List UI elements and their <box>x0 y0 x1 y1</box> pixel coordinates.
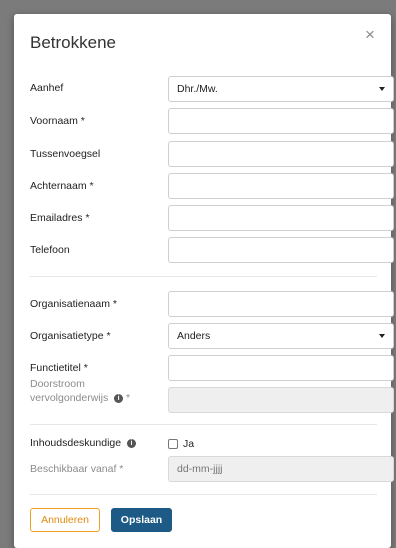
aanhef-value: Dhr./Mw. <box>177 83 218 95</box>
doorstroom-label: Doorstroom vervolgonderwijs i * <box>30 377 130 405</box>
betrokkene-dialog: Betrokkene × Aanhef Dhr./Mw. Voornaam * … <box>14 14 394 548</box>
achternaam-input[interactable] <box>168 173 394 199</box>
doorstroom-label-line2: vervolgonderwijs <box>30 392 109 404</box>
row-organisatienaam: Organisatienaam * <box>30 291 394 317</box>
info-icon[interactable]: i <box>114 394 124 403</box>
row-voornaam: Voornaam * <box>30 108 394 134</box>
beschikbaar-vanaf-input <box>168 456 394 482</box>
aanhef-label: Aanhef <box>30 82 64 94</box>
inhoudsdeskundige-label-text: Inhoudsdeskundige <box>30 437 122 449</box>
dialog-title: Betrokkene <box>30 33 116 52</box>
organisatietype-value: Anders <box>177 330 211 342</box>
caret-down-icon <box>379 334 385 338</box>
row-inhoudsdeskundige: Inhoudsdeskundige i Ja <box>30 436 378 452</box>
doorstroom-label-line1: Doorstroom <box>30 378 85 390</box>
row-aanhef: Aanhef Dhr./Mw. <box>30 76 394 102</box>
row-tussenvoegsel: Tussenvoegsel <box>30 141 394 167</box>
voornaam-label: Voornaam * <box>30 115 85 127</box>
row-doorstroom: Doorstroom vervolgonderwijs i * <box>30 376 394 413</box>
achternaam-label: Achternaam * <box>30 180 94 192</box>
caret-down-icon <box>379 87 385 91</box>
divider <box>30 494 377 495</box>
inhoudsdeskundige-label: Inhoudsdeskundige i <box>30 437 136 449</box>
organisatienaam-input[interactable] <box>168 291 394 317</box>
organisatienaam-label: Organisatienaam * <box>30 298 117 310</box>
divider <box>30 276 377 277</box>
cancel-button[interactable]: Annuleren <box>30 508 100 532</box>
emailadres-input[interactable] <box>168 205 394 231</box>
row-emailadres: Emailadres * <box>30 205 394 231</box>
telefoon-label: Telefoon <box>30 244 70 256</box>
functietitel-label: Functietitel * <box>30 362 88 374</box>
doorstroom-input <box>168 387 394 413</box>
row-organisatietype: Organisatietype * Anders <box>30 323 394 349</box>
beschikbaar-vanaf-label: Beschikbaar vanaf * <box>30 463 124 475</box>
telefoon-input[interactable] <box>168 237 394 263</box>
row-achternaam: Achternaam * <box>30 173 394 199</box>
divider <box>30 424 377 425</box>
voornaam-input[interactable] <box>168 108 394 134</box>
row-telefoon: Telefoon <box>30 237 394 263</box>
emailadres-label: Emailadres * <box>30 212 90 224</box>
aanhef-select[interactable]: Dhr./Mw. <box>168 76 394 102</box>
inhoudsdeskundige-checkbox[interactable] <box>168 439 178 449</box>
info-icon[interactable]: i <box>127 439 136 448</box>
doorstroom-required-mark: * <box>126 392 131 404</box>
save-button[interactable]: Opslaan <box>111 508 172 532</box>
inhoudsdeskundige-checkbox-label[interactable]: Ja <box>183 438 194 450</box>
tussenvoegsel-label: Tussenvoegsel <box>30 148 101 160</box>
close-icon[interactable]: × <box>363 26 377 43</box>
organisatietype-label: Organisatietype * <box>30 330 111 342</box>
organisatietype-select[interactable]: Anders <box>168 323 394 349</box>
row-beschikbaar-vanaf: Beschikbaar vanaf * <box>30 456 394 482</box>
tussenvoegsel-input[interactable] <box>168 141 394 167</box>
